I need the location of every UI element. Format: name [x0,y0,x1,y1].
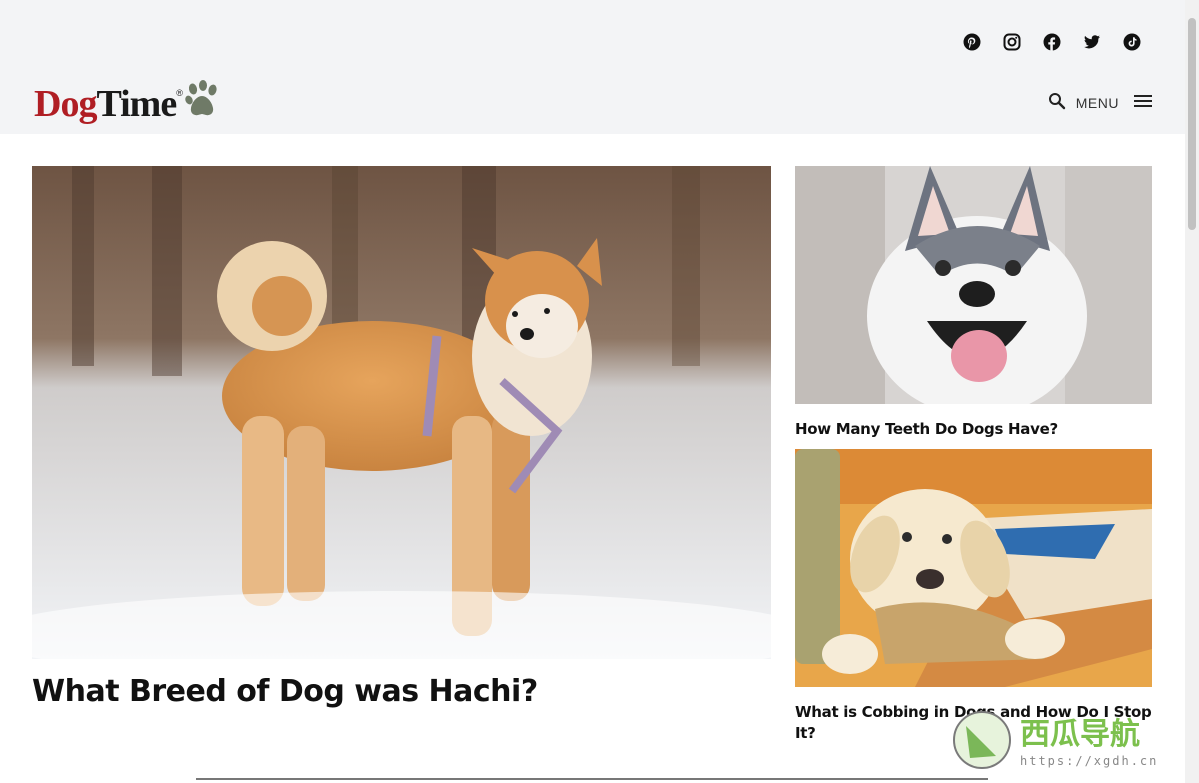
feature-article-title[interactable]: What Breed of Dog was Hachi? [32,674,771,709]
watermark-logo: 西瓜导航 https://xgdh.cn [952,708,1184,774]
social-links [963,33,1141,51]
logo-registered-mark: ® [176,88,183,98]
search-icon[interactable] [1048,92,1066,114]
side-article-image-1[interactable] [795,166,1152,404]
page-scrollbar[interactable] [1185,0,1199,783]
scrollbar-thumb[interactable] [1188,18,1196,230]
side-article-title-1[interactable]: How Many Teeth Do Dogs Have? [795,419,1152,440]
menu-label[interactable]: MENU [1076,95,1119,111]
logo-dog-text: Dog [34,83,97,125]
feature-article-image[interactable] [32,166,771,659]
site-header: Dog Time ® MENU [0,0,1185,134]
logo-time-text: Time [96,83,177,125]
site-logo[interactable]: Dog Time ® [34,80,219,126]
watermark-url: https://xgdh.cn [1020,754,1158,768]
header-nav: MENU [1048,92,1153,114]
facebook-icon[interactable] [1043,33,1061,51]
tiktok-icon[interactable] [1123,33,1141,51]
paw-icon [185,80,219,122]
hamburger-menu-icon[interactable] [1133,93,1153,113]
pinterest-icon[interactable] [963,33,981,51]
instagram-icon[interactable] [1003,33,1021,51]
content-divider [196,778,988,780]
watermark-text-cn: 西瓜导航 [1020,717,1140,752]
twitter-icon[interactable] [1083,33,1101,51]
side-article-image-2[interactable] [795,449,1152,687]
